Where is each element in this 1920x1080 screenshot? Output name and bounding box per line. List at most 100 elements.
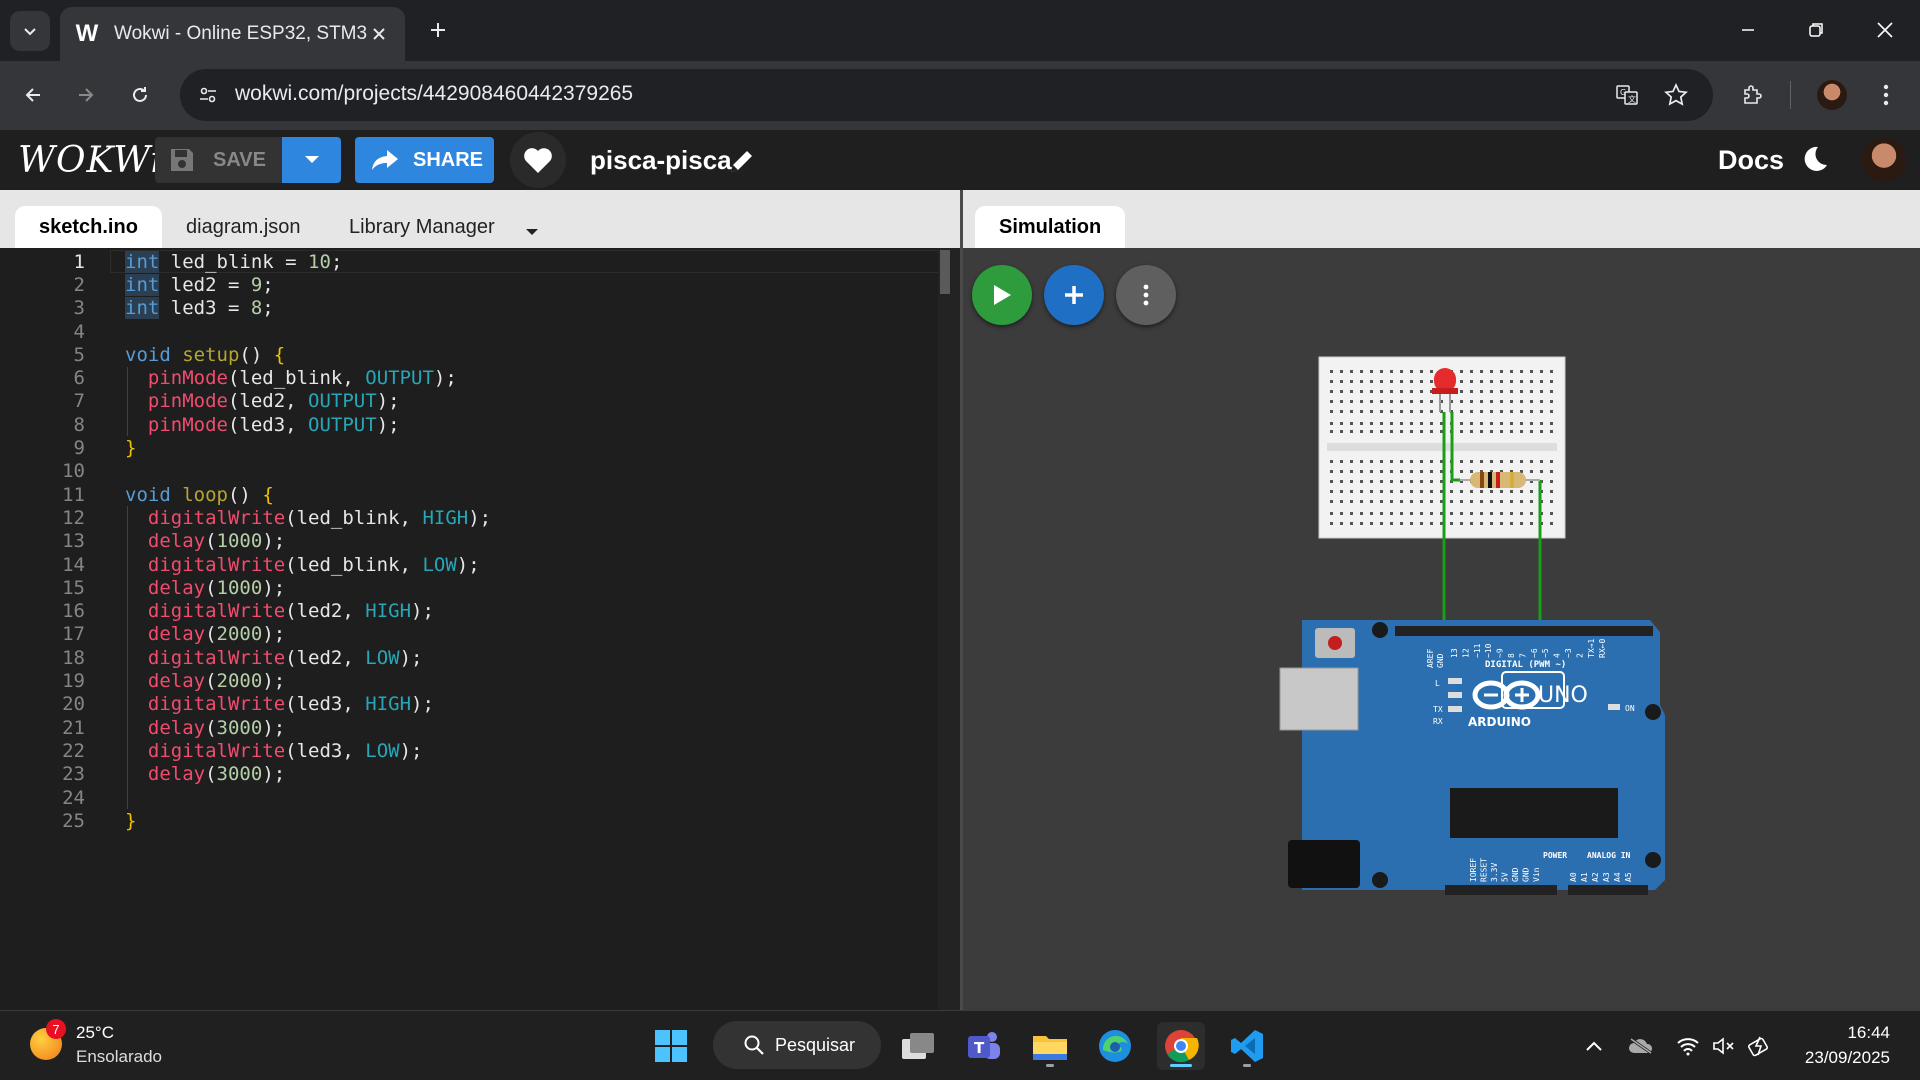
editor-scrollbar[interactable] [938,248,960,1010]
bookmark-star-icon[interactable] [1662,81,1690,109]
code-line[interactable]: 24 [0,786,940,809]
dark-mode-toggle-icon[interactable] [1800,144,1830,179]
battery-tray[interactable] [1746,1033,1774,1059]
wokwi-logo[interactable]: WOKWi [18,140,163,181]
close-window-button[interactable] [1860,8,1910,52]
task-view-button[interactable] [894,1022,942,1070]
minimize-button[interactable] [1723,8,1773,52]
file-explorer-app[interactable] [1026,1022,1074,1070]
new-tab-button[interactable] [420,12,456,48]
breadboard-hole [1490,422,1493,425]
code-line[interactable]: 5 void setup() { [0,343,940,366]
clock-date[interactable]: 23/09/2025 [1805,1048,1890,1068]
code-line[interactable]: 23 delay(3000); [0,763,940,786]
code-line[interactable]: 10 [0,460,940,483]
tab-search-button[interactable] [10,11,50,51]
code-line[interactable]: 15 delay(1000); [0,576,940,599]
code-line[interactable]: 6 pinMode(led_blink, OUTPUT); [0,367,940,390]
breadboard-hole [1550,422,1553,425]
simulation-more-button[interactable] [1116,265,1176,325]
site-settings-icon[interactable] [194,81,222,109]
code-line[interactable]: 9} [0,436,940,459]
code-line[interactable]: 14 digitalWrite(led_blink, LOW); [0,553,940,576]
breadboard-hole [1500,400,1503,403]
restore-button[interactable] [1791,8,1841,52]
breadboard-hole [1400,500,1403,503]
breadboard-hole [1510,390,1513,393]
reload-button[interactable] [118,73,162,117]
code-line[interactable]: 16 digitalWrite(led2, HIGH); [0,600,940,623]
caret-down-icon [304,156,319,163]
edge-app[interactable] [1091,1022,1139,1070]
volume-tray[interactable] [1710,1033,1738,1059]
extensions-button[interactable] [1730,73,1774,117]
line-number: 17 [62,623,85,646]
breadboard-hole [1340,370,1343,373]
address-bar[interactable]: wokwi.com/projects/442908460442379265 G文 [180,69,1713,121]
tab-sketch-ino[interactable]: sketch.ino [15,206,162,248]
code-line[interactable]: 11 void loop() { [0,483,940,506]
close-tab-icon[interactable] [367,22,391,46]
digital-pin-label: 2 [1575,653,1584,658]
teams-app[interactable]: T [960,1022,1008,1070]
code-line[interactable]: 12 digitalWrite(led_blink, HIGH); [0,506,940,529]
breadboard-hole [1420,380,1423,383]
breadboard-hole [1340,500,1343,503]
user-avatar[interactable] [1862,138,1906,182]
breadboard-hole [1530,390,1533,393]
code-line[interactable]: 1 int led_blink = 10; [0,250,940,273]
chrome-menu-button[interactable] [1864,73,1908,117]
breadboard-hole [1460,512,1463,515]
power-pin-label: RESET [1480,858,1489,882]
breadboard-hole [1550,430,1553,433]
start-simulation-button[interactable] [972,265,1032,325]
weather-temperature[interactable]: 25°C [76,1023,114,1043]
chrome-app[interactable] [1157,1022,1205,1070]
code-line[interactable]: 18 digitalWrite(led2, LOW); [0,646,940,669]
forward-button[interactable] [64,73,108,117]
analog-pin-label: A4 [1613,872,1622,882]
docs-link[interactable]: Docs [1718,145,1784,176]
code-line[interactable]: 22 digitalWrite(led3, LOW); [0,739,940,762]
editor-scrollbar-thumb[interactable] [940,250,950,294]
add-part-button[interactable] [1044,265,1104,325]
code-line[interactable]: 3 int led3 = 8; [0,297,940,320]
onedrive-tray[interactable] [1627,1033,1655,1059]
code-line[interactable]: 8 pinMode(led3, OUTPUT); [0,413,940,436]
save-button[interactable]: SAVE [155,137,282,183]
profile-button[interactable] [1810,73,1854,117]
share-button[interactable]: SHARE [355,137,494,183]
wifi-tray[interactable] [1674,1033,1702,1059]
code-line[interactable]: 7 pinMode(led2, OUTPUT); [0,390,940,413]
back-button[interactable] [11,73,55,117]
code-line[interactable]: 21 delay(3000); [0,716,940,739]
code-line[interactable]: 19 delay(2000); [0,669,940,692]
show-hidden-icons-button[interactable] [1580,1033,1608,1059]
tab-diagram-json[interactable]: diagram.json [162,206,325,248]
clock-time[interactable]: 16:44 [1847,1023,1890,1043]
more-tabs-dropdown[interactable] [525,224,539,242]
project-name[interactable]: pisca-pisca [590,145,732,176]
code-line[interactable]: 13 delay(1000); [0,530,940,553]
save-options-dropdown[interactable] [282,137,341,183]
tab-library-manager[interactable]: Library Manager [325,206,519,248]
start-button[interactable] [647,1022,695,1070]
taskbar-search[interactable]: Pesquisar [713,1021,881,1069]
code-line[interactable]: 4 [0,320,940,343]
breadboard-hole [1400,422,1403,425]
breadboard-hole [1380,410,1383,413]
like-button[interactable] [510,132,566,188]
breadboard-hole [1330,500,1333,503]
edit-pencil-icon[interactable] [727,146,757,181]
code-line[interactable]: 2 int led2 = 9; [0,273,940,296]
translate-icon[interactable]: G文 [1613,81,1641,109]
code-line[interactable]: 25} [0,809,940,832]
code-line[interactable]: 20 digitalWrite(led3, HIGH); [0,693,940,716]
code-line[interactable]: 17 delay(2000); [0,623,940,646]
code-editor[interactable]: 1 int led_blink = 10; 2 int led2 = 9; 3 int l… [0,248,960,1010]
weather-condition[interactable]: Ensolarado [76,1047,162,1067]
tab-simulation[interactable]: Simulation [975,206,1126,248]
browser-tab-wokwi[interactable]: W Wokwi - Online ESP32, STM32, [60,7,405,61]
vscode-app[interactable] [1223,1022,1271,1070]
breadboard-hole [1370,470,1373,473]
